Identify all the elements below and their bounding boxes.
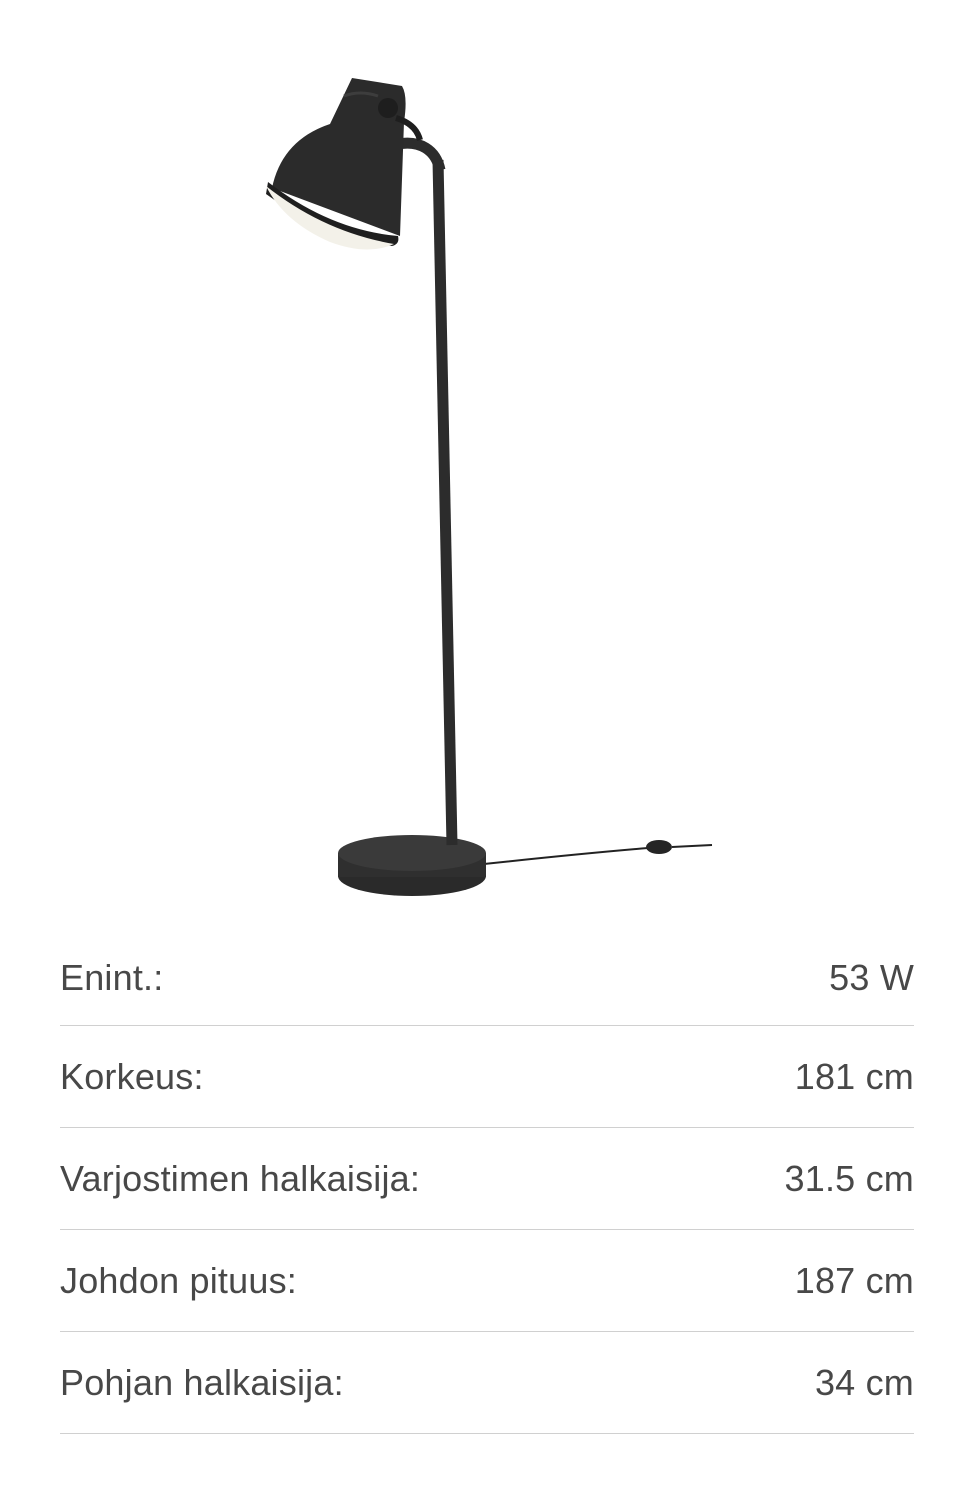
spec-row-height: Korkeus: 181 cm <box>60 1026 914 1128</box>
floor-lamp-image <box>266 78 713 896</box>
spec-row-base-diameter: Pohjan halkaisija: 34 cm <box>60 1332 914 1434</box>
spec-value: 181 cm <box>794 1055 914 1097</box>
product-image <box>0 0 960 930</box>
spec-row-max-wattage: Enint.: 53 W <box>60 930 914 1026</box>
spec-label: Korkeus: <box>60 1055 204 1097</box>
spec-row-shade-diameter: Varjostimen halkaisija: 31.5 cm <box>60 1128 914 1230</box>
spec-label: Pohjan halkaisija: <box>60 1361 344 1403</box>
spec-label: Varjostimen halkaisija: <box>60 1157 421 1199</box>
spec-table: Enint.: 53 W Korkeus: 181 cm Varjostimen… <box>60 930 914 1434</box>
spec-value: 187 cm <box>794 1259 914 1301</box>
spec-row-cord-length: Johdon pituus: 187 cm <box>60 1230 914 1332</box>
spec-value: 34 cm <box>814 1361 914 1403</box>
spec-label: Enint.: <box>60 956 164 998</box>
spec-value: 53 W <box>829 956 914 998</box>
spec-value: 31.5 cm <box>784 1157 914 1199</box>
spec-label: Johdon pituus: <box>60 1259 297 1301</box>
